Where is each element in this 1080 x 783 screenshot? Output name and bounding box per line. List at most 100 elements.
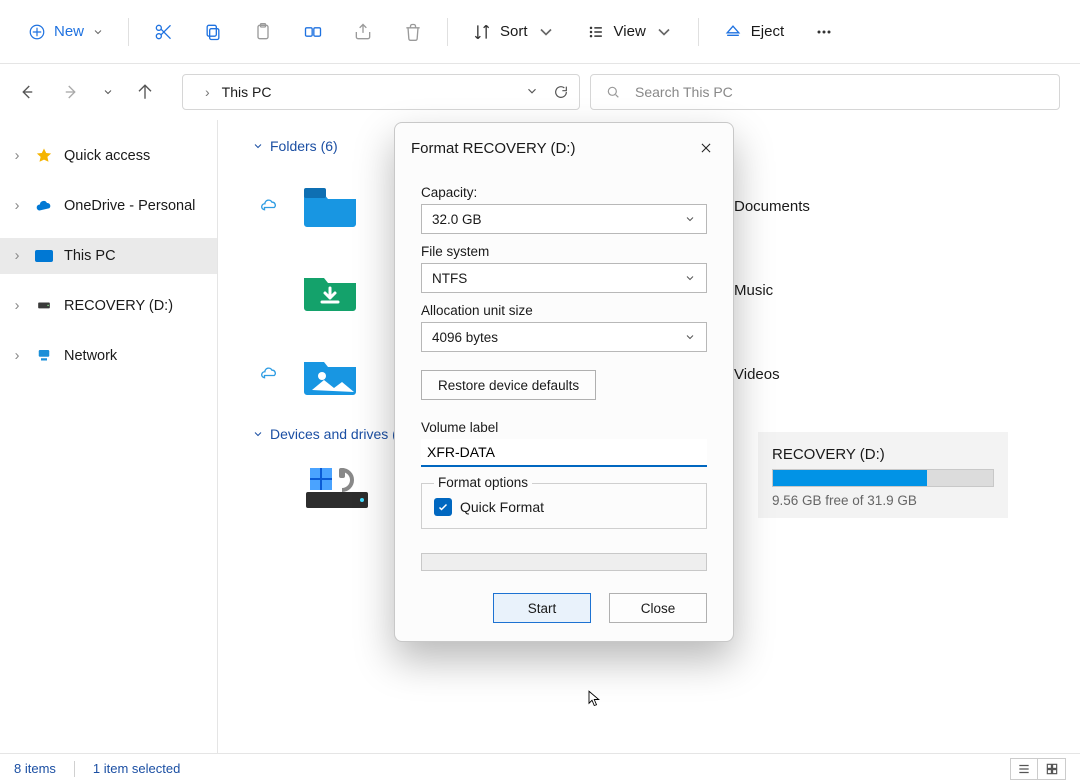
dialog-actions: Start Close	[395, 571, 733, 627]
start-button[interactable]: Start	[493, 593, 591, 623]
status-item-count: 8 items	[14, 761, 56, 776]
copy-button[interactable]	[191, 12, 235, 52]
sidebar-item-onedrive[interactable]: › OneDrive - Personal	[0, 188, 217, 224]
sidebar-item-recovery[interactable]: › RECOVERY (D:)	[0, 288, 217, 324]
chevron-down-icon	[92, 26, 104, 38]
separator	[74, 761, 75, 777]
arrow-left-icon	[18, 83, 36, 101]
format-options-legend: Format options	[434, 475, 532, 490]
ellipsis-icon	[814, 22, 834, 42]
folder-label: Videos	[734, 366, 780, 383]
restore-defaults-label: Restore device defaults	[438, 378, 579, 393]
downloads-folder-icon	[302, 268, 358, 312]
devices-header-label: Devices and drives (	[270, 426, 397, 442]
capacity-label: Capacity:	[421, 185, 707, 200]
dialog-title: Format RECOVERY (D:)	[411, 140, 575, 157]
drive-free-text: 9.56 GB free of 31.9 GB	[772, 493, 994, 508]
start-button-label: Start	[528, 601, 557, 616]
forward-button[interactable]	[54, 75, 88, 109]
scissors-icon	[153, 22, 173, 42]
back-button[interactable]	[10, 75, 44, 109]
pictures-folder-icon	[302, 352, 358, 396]
status-selected-count: 1 item selected	[93, 761, 180, 776]
list-lines-icon	[1017, 762, 1031, 776]
share-button[interactable]	[341, 12, 385, 52]
folders-header-label: Folders (6)	[270, 138, 338, 154]
close-button[interactable]: Close	[609, 593, 707, 623]
sort-label: Sort	[500, 23, 528, 40]
address-bar[interactable]: › This PC	[182, 74, 580, 110]
drive-item-recovery[interactable]: RECOVERY (D:) 9.56 GB free of 31.9 GB	[758, 432, 1008, 518]
network-icon	[34, 346, 54, 366]
chevron-down-icon[interactable]	[525, 84, 539, 98]
separator	[698, 18, 699, 46]
volume-label-input[interactable]	[421, 439, 707, 467]
tiles-view-button[interactable]	[1038, 758, 1066, 780]
rename-icon	[303, 22, 323, 42]
system-drive-icon	[302, 462, 372, 512]
up-button[interactable]	[128, 75, 162, 109]
dialog-titlebar: Format RECOVERY (D:)	[395, 123, 733, 171]
new-button[interactable]: New	[16, 17, 116, 47]
format-dialog: Format RECOVERY (D:) Capacity: 32.0 GB F…	[394, 122, 734, 642]
status-bar: 8 items 1 item selected	[0, 753, 1080, 783]
sidebar-item-quick-access[interactable]: › Quick access	[0, 138, 217, 174]
chevron-right-icon: ›	[10, 298, 24, 314]
sort-menu[interactable]: Sort	[460, 16, 568, 48]
separator	[128, 18, 129, 46]
check-icon	[437, 501, 449, 513]
drive-usage-bar	[772, 469, 994, 487]
breadcrumb-location[interactable]: This PC	[222, 84, 272, 100]
volume-label-label: Volume label	[421, 420, 707, 435]
grid-icon	[1045, 762, 1059, 776]
sidebar-item-label: Network	[64, 348, 117, 364]
plus-circle-icon	[28, 23, 46, 41]
chevron-down-icon	[684, 272, 696, 284]
chevron-right-icon: ›	[10, 248, 24, 264]
refresh-icon[interactable]	[553, 84, 569, 100]
more-menu[interactable]	[802, 12, 846, 52]
allocation-unit-label: Allocation unit size	[421, 303, 707, 318]
sidebar-item-label: This PC	[64, 248, 116, 264]
delete-button[interactable]	[391, 12, 435, 52]
format-options-group: Format options Quick Format	[421, 483, 707, 529]
filesystem-select[interactable]: NTFS	[421, 263, 707, 293]
command-bar: New Sort View Eject	[0, 0, 1080, 64]
progress-bar	[421, 553, 707, 571]
allocation-unit-select[interactable]: 4096 bytes	[421, 322, 707, 352]
eject-button[interactable]: Eject	[711, 16, 796, 48]
sidebar-item-network[interactable]: › Network	[0, 338, 217, 374]
new-button-label: New	[54, 23, 84, 40]
quick-format-label: Quick Format	[460, 499, 544, 515]
sidebar-item-this-pc[interactable]: › This PC	[0, 238, 217, 274]
paste-button[interactable]	[241, 12, 285, 52]
cut-button[interactable]	[141, 12, 185, 52]
chevron-down-icon	[536, 22, 556, 42]
arrow-right-icon	[62, 83, 80, 101]
dialog-close-button[interactable]	[693, 135, 719, 161]
chevron-down-icon	[654, 22, 674, 42]
restore-defaults-button[interactable]: Restore device defaults	[421, 370, 596, 400]
details-view-button[interactable]	[1010, 758, 1038, 780]
dialog-body: Capacity: 32.0 GB File system NTFS Alloc…	[395, 171, 733, 529]
sort-icon	[472, 22, 492, 42]
view-menu[interactable]: View	[574, 16, 686, 48]
search-icon	[605, 84, 621, 100]
search-box[interactable]: Search This PC	[590, 74, 1060, 110]
share-icon	[353, 22, 373, 42]
drive-usage-fill	[773, 470, 927, 486]
chevron-right-icon: ›	[10, 348, 24, 364]
view-label: View	[614, 23, 646, 40]
quick-format-checkbox[interactable]	[434, 498, 452, 516]
cloud-icon	[34, 196, 54, 216]
capacity-select[interactable]: 32.0 GB	[421, 204, 707, 234]
chevron-down-icon	[252, 428, 264, 440]
recent-locations[interactable]	[98, 75, 118, 109]
cloud-status-icon	[260, 365, 278, 383]
copy-icon	[203, 22, 223, 42]
rename-button[interactable]	[291, 12, 335, 52]
drive-icon	[34, 296, 54, 316]
close-button-label: Close	[641, 601, 676, 616]
view-toggles	[1010, 758, 1066, 780]
arrow-up-icon	[136, 83, 154, 101]
